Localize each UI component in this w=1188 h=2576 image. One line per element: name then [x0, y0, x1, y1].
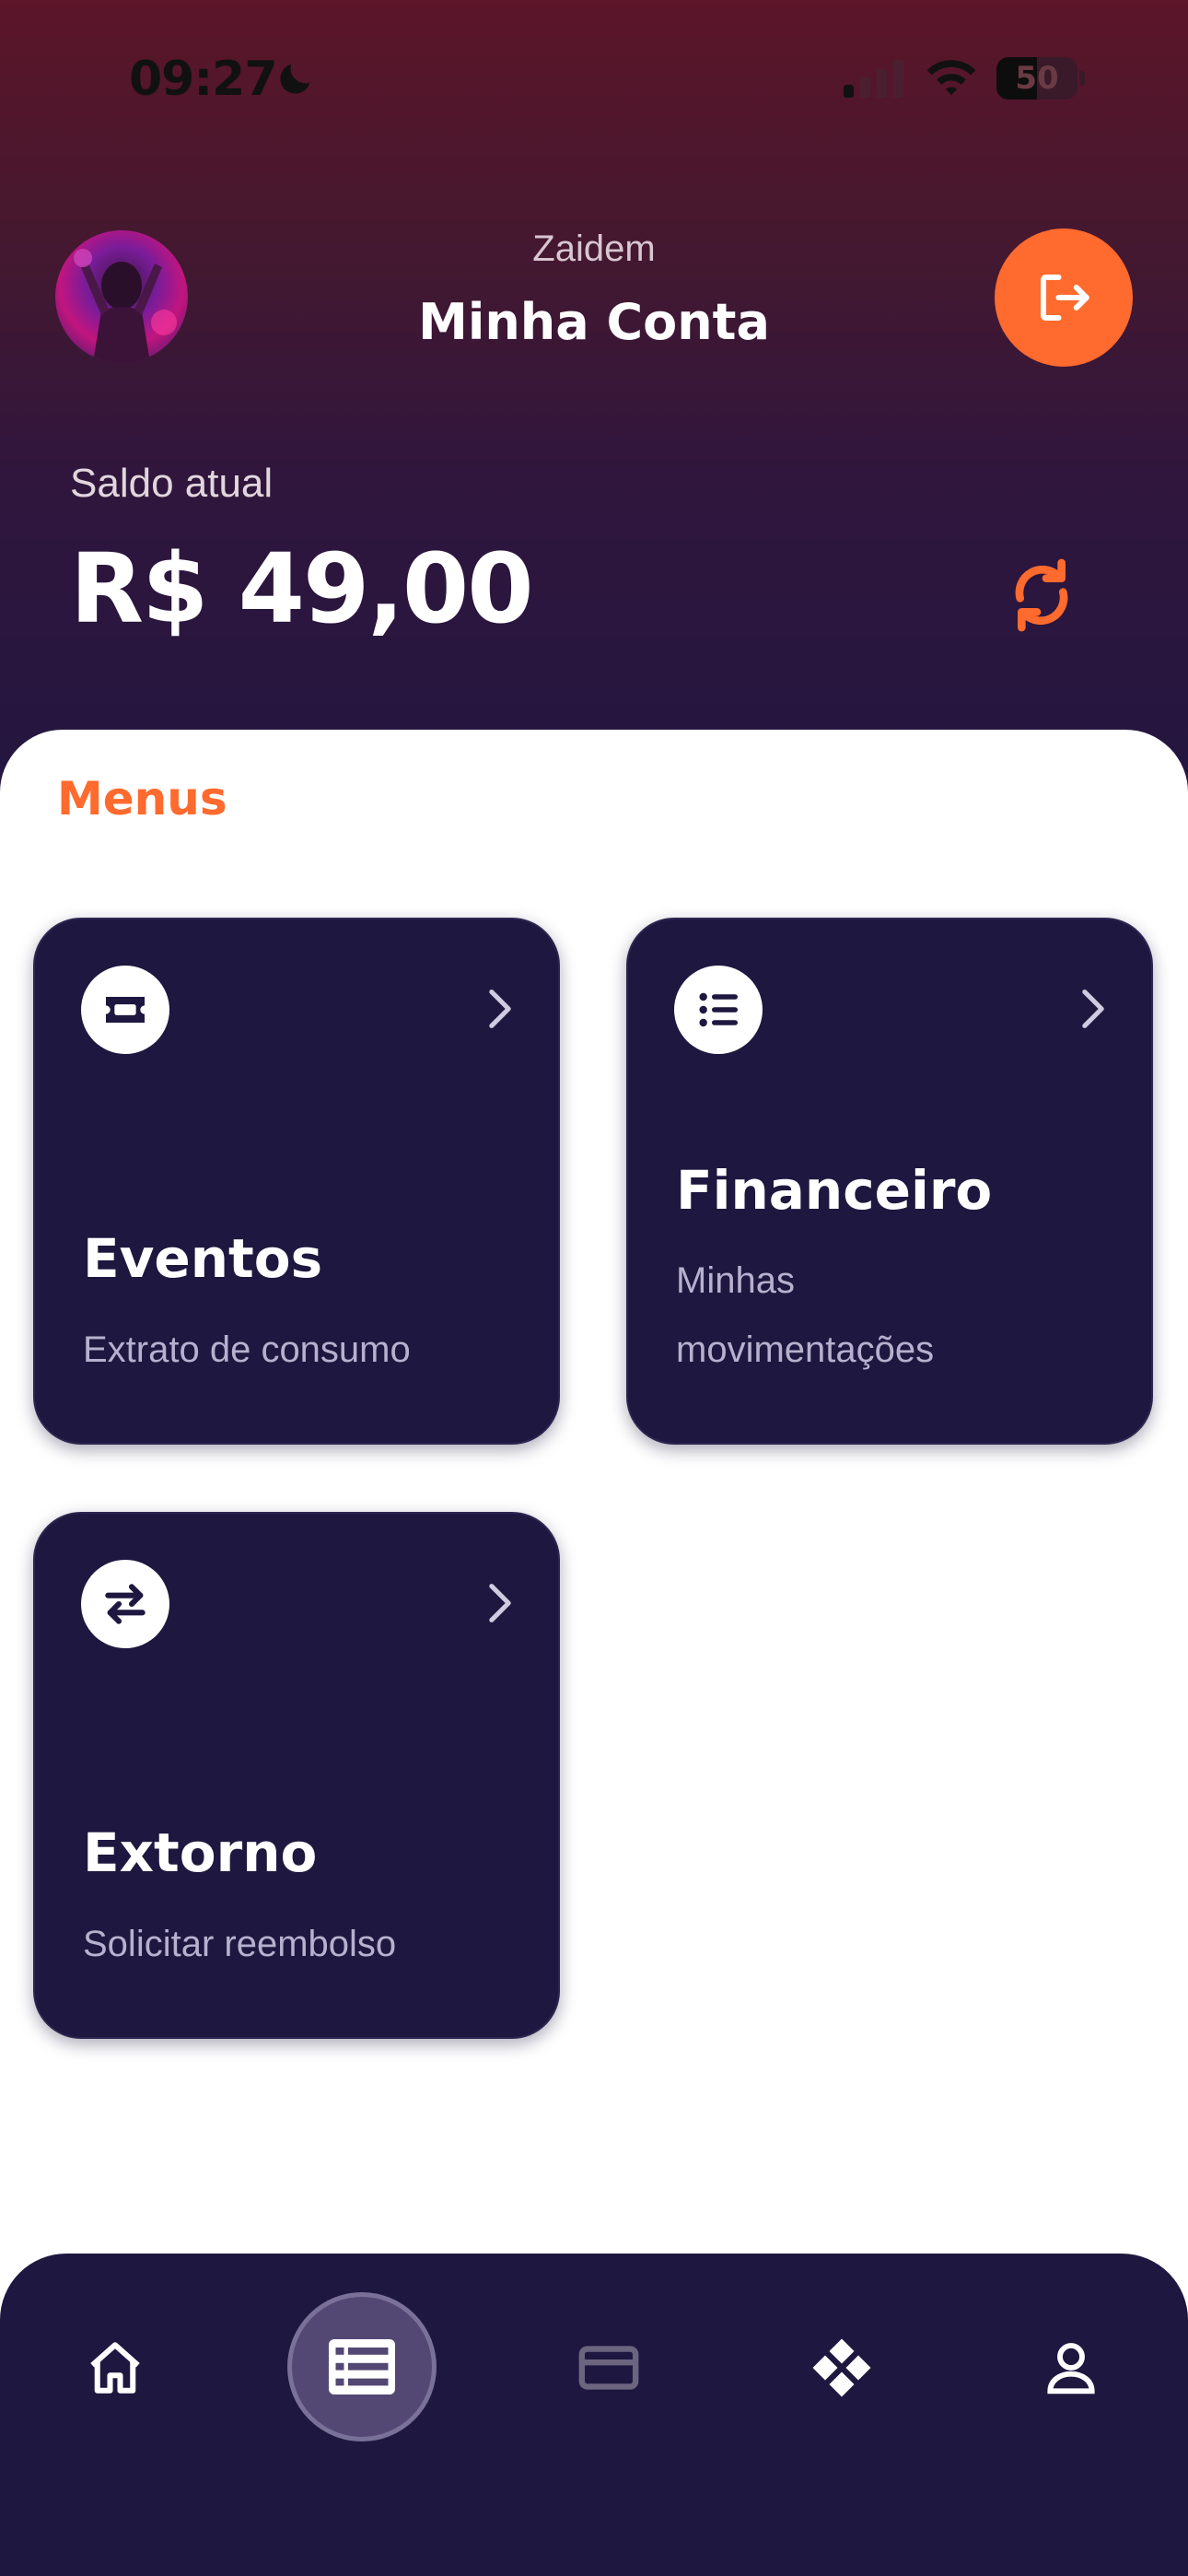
- bottom-navigation: [0, 2254, 1188, 2576]
- page-title: Minha Conta: [418, 293, 770, 351]
- logout-button[interactable]: [995, 228, 1133, 367]
- battery-body: 50: [996, 57, 1077, 100]
- menu-card-financeiro[interactable]: Financeiro Minhas movimentações: [626, 918, 1153, 1445]
- home-icon: [90, 2342, 140, 2394]
- list-icon: [699, 992, 738, 1027]
- card-icon-badge: [81, 1560, 169, 1648]
- refresh-icon: [1015, 558, 1068, 632]
- card-subtitle: Minhas movimentações: [676, 1260, 935, 1370]
- username: Zaidem: [532, 228, 656, 269]
- credit-card-icon: [578, 2346, 639, 2390]
- battery-indicator: 50: [996, 57, 1085, 100]
- card-icon-badge: [81, 966, 169, 1054]
- chevron-right-icon: [489, 989, 511, 1028]
- balance-value: R$ 49,00: [70, 533, 534, 645]
- nav-home[interactable]: [74, 2331, 157, 2405]
- moon-icon: [280, 64, 310, 94]
- status-time: 09:27: [129, 52, 278, 107]
- chevron-right-icon: [489, 1584, 511, 1622]
- user-icon: [1047, 2343, 1095, 2395]
- nav-cards[interactable]: [567, 2331, 650, 2405]
- battery-level-text: 50: [1015, 60, 1059, 97]
- nav-menu-active[interactable]: [287, 2292, 437, 2441]
- cellular-signal-icon: [844, 60, 903, 98]
- nav-pix[interactable]: [799, 2327, 884, 2408]
- menu-card-eventos[interactable]: Eventos Extrato de consumo: [33, 918, 560, 1445]
- card-title: Extorno: [83, 1821, 318, 1884]
- chevron-right-icon: [1082, 989, 1104, 1028]
- status-bar: 09:27 50: [0, 0, 1188, 157]
- refresh-button[interactable]: [1000, 549, 1083, 641]
- avatar-image: [74, 249, 177, 363]
- balance-label: Saldo atual: [70, 461, 274, 506]
- avatar[interactable]: [55, 230, 188, 363]
- pix-icon: [812, 2338, 871, 2397]
- card-title: Eventos: [83, 1227, 323, 1290]
- wifi-icon: [926, 60, 976, 96]
- section-title: Menus: [57, 772, 227, 825]
- table-list-icon: [329, 2339, 395, 2395]
- battery-cap: [1079, 71, 1085, 86]
- nav-profile[interactable]: [1030, 2327, 1112, 2408]
- card-subtitle: Solicitar reembolso: [83, 1924, 397, 1964]
- swap-arrows-icon: [105, 1584, 146, 1624]
- card-subtitle: Extrato de consumo: [83, 1329, 411, 1370]
- menu-card-extorno[interactable]: Extorno Solicitar reembolso: [33, 1512, 560, 2039]
- card-title: Financeiro: [676, 1159, 993, 1222]
- ticket-icon: [106, 997, 145, 1023]
- logout-icon: [1040, 274, 1089, 322]
- card-icon-badge: [674, 966, 763, 1054]
